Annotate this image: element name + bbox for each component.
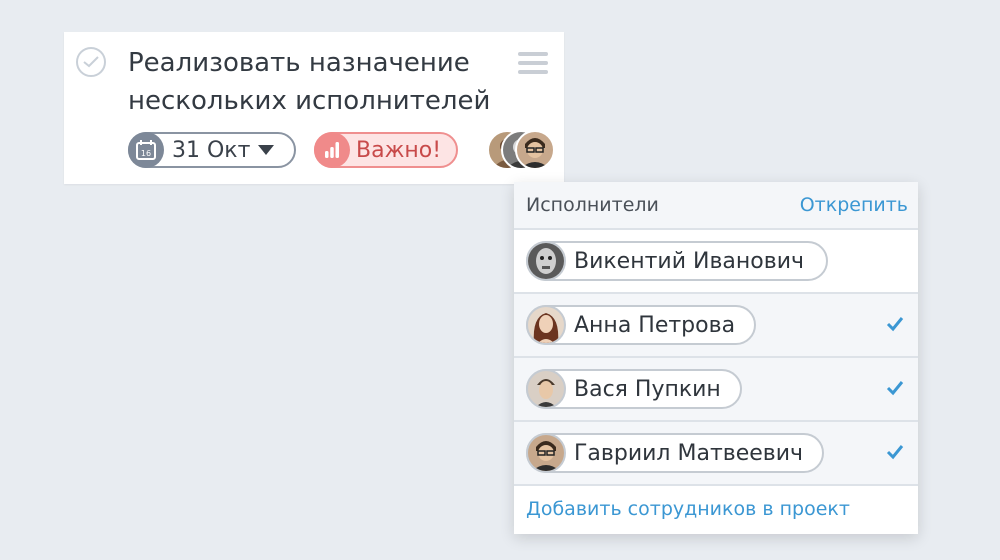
assignee-row[interactable]: Гавриил Матвеевич: [514, 422, 918, 486]
avatar: [515, 130, 555, 170]
user-chip: Гавриил Матвеевич: [526, 433, 824, 473]
dropdown-title: Исполнители: [526, 194, 659, 216]
caret-down-icon: [258, 145, 275, 155]
checkmark-icon: [886, 445, 904, 460]
calendar-icon: 16: [128, 132, 164, 168]
assignees-dropdown: Исполнители Открепить Викентий Иванович …: [514, 182, 918, 534]
checkmark-icon: [886, 381, 904, 396]
add-employees-link[interactable]: Добавить сотрудников в проект: [526, 498, 850, 520]
user-chip: Викентий Иванович: [526, 241, 828, 281]
priority-badge[interactable]: Важно!: [314, 132, 458, 168]
hamburger-menu-icon[interactable]: [518, 52, 548, 74]
assignee-row[interactable]: Вася Пупкин: [514, 358, 918, 422]
task-title-line-2: нескольких исполнителей: [128, 86, 491, 116]
user-name: Гавриил Матвеевич: [574, 440, 804, 466]
avatar: [526, 305, 566, 345]
dropdown-footer: Добавить сотрудников в проект: [514, 486, 918, 532]
avatar: [526, 433, 566, 473]
task-complete-checkbox[interactable]: [76, 47, 106, 77]
user-name: Вася Пупкин: [574, 376, 721, 402]
task-title-line-1: Реализовать назначение: [128, 48, 470, 78]
user-name: Анна Петрова: [574, 312, 736, 338]
assignee-avatars[interactable]: [487, 130, 557, 172]
user-name: Викентий Иванович: [574, 248, 805, 274]
due-date-label: 31 Окт: [172, 137, 251, 163]
avatar: [526, 241, 566, 281]
task-card: Реализовать назначение нескольких исполн…: [64, 32, 564, 184]
bar-chart-icon: [314, 132, 350, 168]
unpin-link[interactable]: Открепить: [800, 194, 908, 216]
due-date-selector[interactable]: 16 31 Окт: [128, 132, 296, 168]
calendar-day: 16: [141, 149, 151, 158]
priority-label: Важно!: [356, 137, 442, 163]
task-title[interactable]: Реализовать назначение нескольких исполн…: [128, 44, 508, 120]
check-icon: [83, 56, 99, 68]
assignee-row[interactable]: Викентий Иванович: [514, 230, 918, 294]
checkmark-icon: [886, 317, 904, 332]
assignee-row[interactable]: Анна Петрова: [514, 294, 918, 358]
avatar: [526, 369, 566, 409]
user-chip: Анна Петрова: [526, 305, 756, 345]
user-chip: Вася Пупкин: [526, 369, 742, 409]
dropdown-header: Исполнители Открепить: [514, 182, 918, 230]
